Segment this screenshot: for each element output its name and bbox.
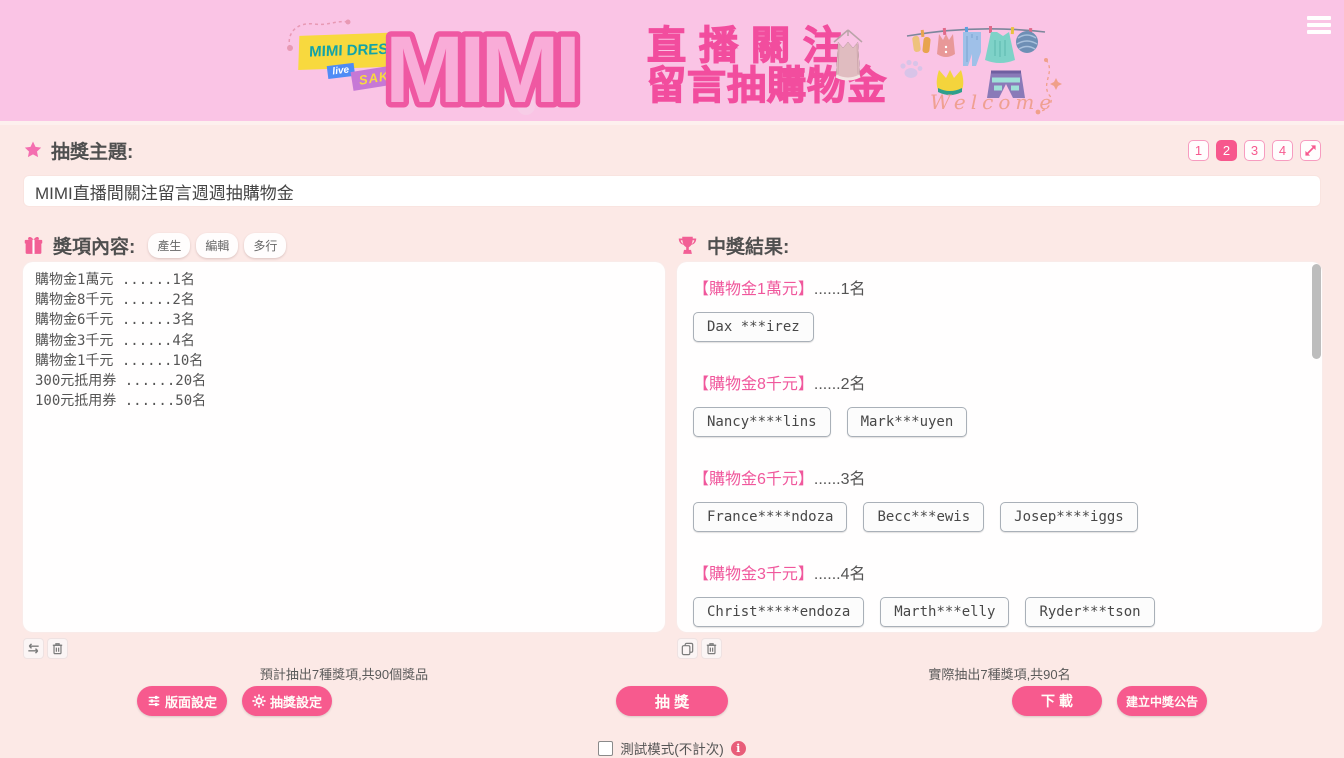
- banner: MIMI DRESS live SAKES MIMI 直播關注 留言抽購物金: [0, 0, 1344, 125]
- prize-count: ......4名: [814, 566, 866, 583]
- winner-groups: 【購物金1萬元】......1名 Dax ***irez 【購物金8千元】...…: [677, 275, 1322, 632]
- winner-chip[interactable]: Becc***ewis: [863, 502, 984, 532]
- download-label: 下 載: [1041, 691, 1073, 711]
- theme-input[interactable]: [23, 175, 1321, 207]
- sparkle-decoration: [1028, 58, 1062, 116]
- expand-icon: [1302, 142, 1319, 159]
- layout-settings-button[interactable]: 版面設定: [137, 686, 227, 716]
- winner-group: 【購物金3千元】......4名 Christ*****endoza Marth*…: [677, 560, 1322, 632]
- prizes-box: [23, 262, 665, 632]
- clear-results-button[interactable]: [701, 638, 722, 659]
- prizes-summary: 預計抽出7種獎項,共90個獎品: [23, 664, 665, 683]
- theme-label: 抽獎主題:: [23, 137, 133, 164]
- star-icon: [23, 140, 43, 160]
- trash-icon: [50, 641, 65, 656]
- page-button-2[interactable]: 2: [1216, 140, 1237, 161]
- tool-編輯[interactable]: 編輯: [196, 233, 238, 258]
- winner-chips: Christ*****endoza Marth***elly Ryder***tso…: [693, 597, 1306, 632]
- prize-tools: 產生編輯多行: [148, 233, 286, 258]
- prizes-title: 獎項內容:: [53, 232, 135, 259]
- winner-chips: Nancy****lins Mark***uyen: [693, 407, 1306, 437]
- page-button-4[interactable]: 4: [1272, 140, 1293, 161]
- clear-prizes-button[interactable]: [47, 638, 68, 659]
- results-box: 【購物金1萬元】......1名 Dax ***irez 【購物金8千元】...…: [677, 262, 1322, 632]
- copy-icon: [680, 641, 695, 656]
- download-button[interactable]: 下 載: [1012, 686, 1102, 716]
- sliders-icon: [147, 694, 161, 708]
- winner-chip[interactable]: Mark***uyen: [847, 407, 968, 437]
- tool-產生[interactable]: 產生: [148, 233, 190, 258]
- prize-count: ......3名: [814, 471, 866, 488]
- footer: 測試模式(不計次) i: [0, 738, 1344, 758]
- info-icon[interactable]: i: [731, 741, 746, 756]
- winner-group: 【購物金1萬元】......1名 Dax ***irez: [677, 275, 1322, 342]
- results-scrollbar[interactable]: [1312, 264, 1321, 359]
- winner-chip[interactable]: Marth***elly: [880, 597, 1009, 627]
- prize-name: 【購物金8千元】: [693, 376, 814, 393]
- prize-name: 【購物金1萬元】: [693, 281, 814, 298]
- winner-chips: Dax ***irez: [693, 312, 1306, 342]
- theme-title: 抽獎主題:: [51, 137, 133, 164]
- prizes-tool-icons: [23, 638, 68, 659]
- trash-icon: [704, 641, 719, 656]
- winner-chip[interactable]: Christ*****endoza: [693, 597, 864, 627]
- test-mode-checkbox[interactable]: [598, 741, 613, 756]
- svg-text:MIMI: MIMI: [385, 17, 576, 118]
- results-summary: 實際抽出7種獎項,共90名: [677, 664, 1322, 683]
- page-button-1[interactable]: 1: [1188, 140, 1209, 161]
- results-tool-icons: [677, 638, 722, 659]
- trophy-icon: [677, 235, 698, 256]
- theme-row: 抽獎主題: 1234: [23, 136, 1321, 164]
- results-title: 中獎結果:: [707, 232, 789, 259]
- create-announcement-button[interactable]: 建立中獎公告: [1117, 686, 1207, 716]
- winner-chip[interactable]: Nancy****lins: [693, 407, 831, 437]
- test-mode-label: 測試模式(不計次): [620, 738, 724, 758]
- winner-group-title: 【購物金1萬元】......1名: [693, 275, 1306, 299]
- gift-icon: [23, 235, 44, 256]
- clothesline-illustration: [905, 20, 1047, 98]
- prizes-textarea[interactable]: [23, 262, 665, 632]
- tool-多行[interactable]: 多行: [244, 233, 286, 258]
- create-announcement-label: 建立中獎公告: [1126, 693, 1198, 710]
- winner-chip[interactable]: Ryder***tson: [1025, 597, 1154, 627]
- page-button-3[interactable]: 3: [1244, 140, 1265, 161]
- pagination: 1234: [1188, 140, 1321, 161]
- expand-button[interactable]: [1300, 140, 1321, 161]
- draw-button[interactable]: 抽 獎: [616, 686, 728, 716]
- draw-settings-button[interactable]: 抽獎設定: [242, 686, 332, 716]
- copy-button[interactable]: [677, 638, 698, 659]
- prize-count: ......2名: [814, 376, 866, 393]
- draw-label: 抽 獎: [655, 691, 689, 712]
- prize-count: ......1名: [814, 281, 866, 298]
- winner-group-title: 【購物金8千元】......2名: [693, 370, 1306, 394]
- layout-settings-label: 版面設定: [165, 692, 217, 711]
- refresh-button[interactable]: [23, 638, 44, 659]
- menu-icon[interactable]: [1307, 13, 1331, 37]
- winner-group: 【購物金6千元】......3名 France****ndoza Becc***e…: [677, 465, 1322, 532]
- banner-big-title: MIMI: [383, 12, 651, 118]
- winner-chip[interactable]: France****ndoza: [693, 502, 847, 532]
- winner-group-title: 【購物金3千元】......4名: [693, 560, 1306, 584]
- winner-chips: France****ndoza Becc***ewis Josep****iggs: [693, 502, 1306, 532]
- winner-group-title: 【購物金6千元】......3名: [693, 465, 1306, 489]
- gear-icon: [252, 694, 266, 708]
- refresh-icon: [26, 641, 41, 656]
- winner-chip[interactable]: Josep****iggs: [1000, 502, 1138, 532]
- draw-settings-label: 抽獎設定: [270, 692, 322, 711]
- winner-chip[interactable]: Dax ***irez: [693, 312, 814, 342]
- camisole-illustration: [826, 28, 870, 88]
- page-buttons: 1234: [1188, 140, 1293, 161]
- winner-group: 【購物金8千元】......2名 Nancy****lins Mark***uye…: [677, 370, 1322, 437]
- prize-name: 【購物金6千元】: [693, 471, 814, 488]
- results-header: 中獎結果:: [677, 231, 789, 259]
- prizes-header: 獎項內容: 產生編輯多行: [23, 231, 286, 259]
- prize-name: 【購物金3千元】: [693, 566, 814, 583]
